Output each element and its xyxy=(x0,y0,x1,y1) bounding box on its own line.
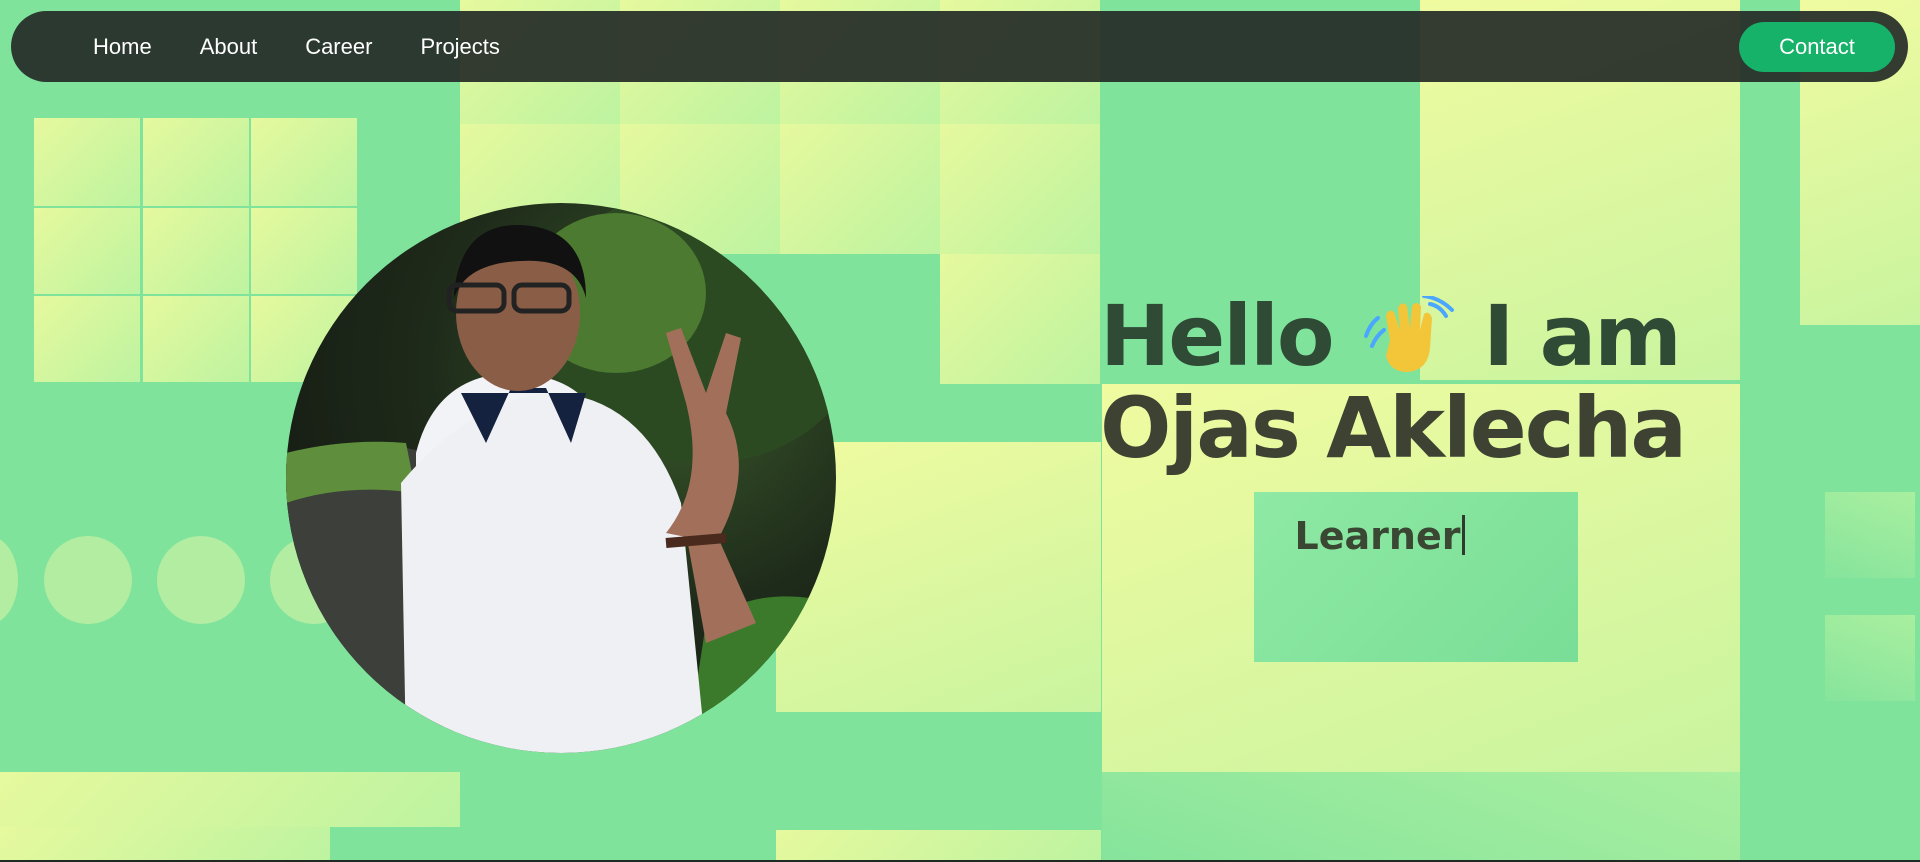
hero-name: Ojas Aklecha xyxy=(1100,379,1687,478)
greeting-suffix: I am xyxy=(1483,287,1682,385)
profile-photo xyxy=(286,203,836,753)
text-cursor xyxy=(1462,515,1466,556)
person-illustration xyxy=(286,203,836,753)
nav-link-about[interactable]: About xyxy=(200,34,258,60)
greeting-text: Hello xyxy=(1100,287,1335,385)
top-navbar: Home About Career Projects Contact xyxy=(11,11,1908,82)
nav-link-projects[interactable]: Projects xyxy=(420,34,499,60)
nav-link-home[interactable]: Home xyxy=(93,34,152,60)
hero-section: Hello I am Ojas Aklecha Learner xyxy=(1100,287,1687,558)
nav-link-career[interactable]: Career xyxy=(305,34,372,60)
nav-links: Home About Career Projects xyxy=(93,11,548,82)
waving-hand-icon xyxy=(1360,294,1456,376)
typing-role: Learner xyxy=(1100,514,1660,558)
role-text: Learner xyxy=(1294,514,1461,559)
contact-button[interactable]: Contact xyxy=(1739,22,1895,72)
greeting-line: Hello I am xyxy=(1100,287,1682,385)
